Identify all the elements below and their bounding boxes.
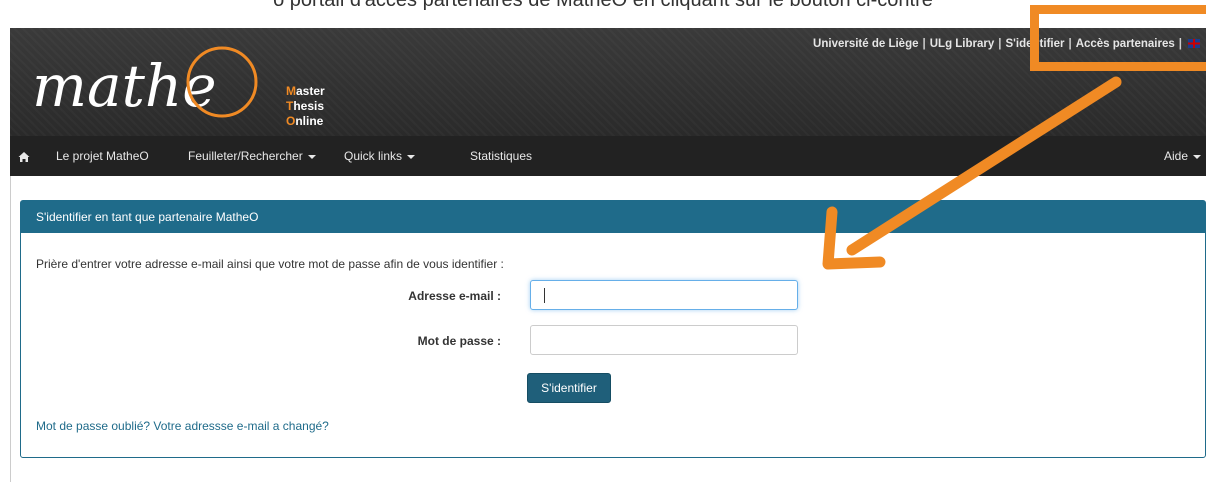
- brand-line-master: Master: [286, 84, 325, 98]
- link-ulg-library[interactable]: ULg Library: [930, 38, 995, 50]
- chevron-down-icon: [307, 154, 316, 159]
- forgot-password-link[interactable]: Mot de passe oublié? Votre adressse e-ma…: [36, 419, 329, 433]
- matheo-logo[interactable]: mathe: [30, 36, 330, 136]
- login-intro: Prière d'entrer votre adresse e-mail ain…: [36, 257, 504, 271]
- email-field[interactable]: [530, 280, 798, 310]
- nav-statistiques[interactable]: Statistiques: [470, 136, 532, 176]
- password-label: Mot de passe :: [417, 334, 501, 348]
- password-field[interactable]: [530, 325, 798, 355]
- brand-tagline: Master Thesis Online: [286, 84, 325, 129]
- link-universite[interactable]: Université de Liège: [813, 38, 918, 50]
- brand-line-online: Online: [286, 114, 324, 128]
- chevron-down-icon: [1193, 154, 1202, 159]
- nav-quick-links[interactable]: Quick links: [344, 136, 416, 176]
- nav-le-projet[interactable]: Le projet MatheO: [56, 136, 149, 176]
- nav-feuilleter[interactable]: Feuilleter/Rechercher: [188, 136, 316, 176]
- nav-aide[interactable]: Aide: [1164, 136, 1202, 176]
- sidentifier-button[interactable]: S'identifier: [527, 373, 611, 403]
- chevron-down-icon: [407, 154, 416, 159]
- login-panel: S'identifier en tant que partenaire Math…: [20, 200, 1206, 458]
- email-label: Adresse e-mail :: [408, 289, 501, 303]
- home-icon[interactable]: [18, 136, 30, 176]
- main-navbar: Le projet MatheO Feuilleter/Rechercher Q…: [10, 136, 1206, 176]
- content-border: [10, 176, 11, 482]
- site-banner: mathe Master Thesis Online Université de…: [10, 28, 1206, 136]
- panel-title: S'identifier en tant que partenaire Math…: [21, 201, 1205, 233]
- text-cursor: [544, 288, 545, 303]
- instruction-text: o portail d'accès partenaires de MatheO …: [273, 0, 933, 11]
- annotation-highlight-box: [1030, 5, 1206, 71]
- brand-line-thesis: Thesis: [286, 99, 325, 113]
